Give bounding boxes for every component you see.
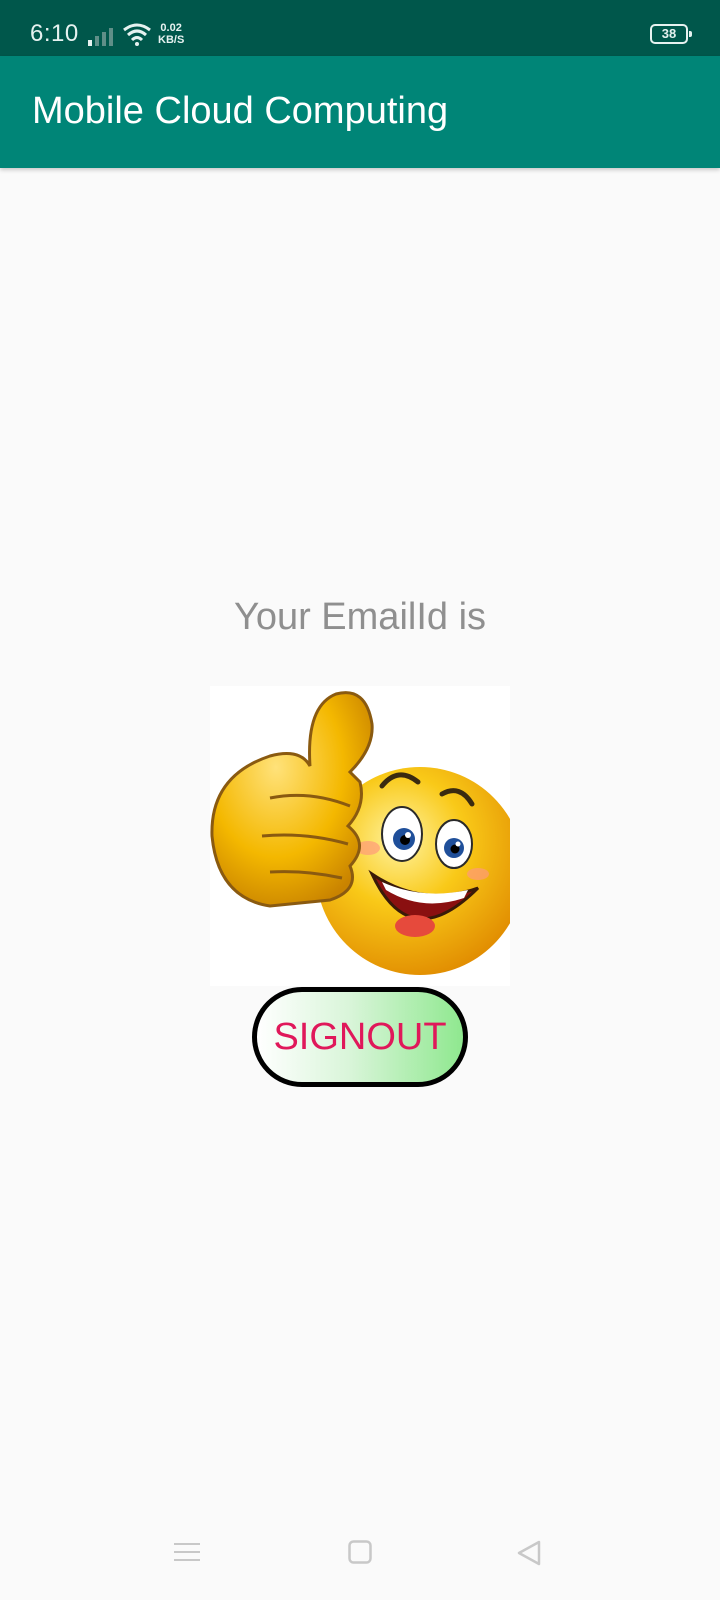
app-title: Mobile Cloud Computing xyxy=(32,90,449,132)
home-icon[interactable] xyxy=(348,1540,372,1564)
battery-icon: 38 xyxy=(650,24,692,44)
email-label: Your EmailId is xyxy=(233,596,487,638)
app-bar: Mobile Cloud Computing xyxy=(0,56,720,168)
signout-button[interactable]: SIGNOUT xyxy=(252,987,468,1087)
thumbs-up-smiley-icon xyxy=(210,686,524,986)
net-speed-value: 0.02 xyxy=(160,22,182,34)
wifi-icon xyxy=(123,23,151,46)
status-bar: 6:10 0.02 KB/S 38 xyxy=(0,0,720,56)
net-speed-unit: KB/S xyxy=(158,34,185,46)
battery-level: 38 xyxy=(661,26,677,41)
net-speed: 0.02 KB/S xyxy=(158,22,184,46)
signal-icon xyxy=(88,28,113,46)
navigation-bar xyxy=(0,1510,720,1600)
menu-icon[interactable] xyxy=(174,1540,200,1564)
status-time: 6:10 xyxy=(30,20,79,47)
back-icon[interactable] xyxy=(516,1540,542,1566)
